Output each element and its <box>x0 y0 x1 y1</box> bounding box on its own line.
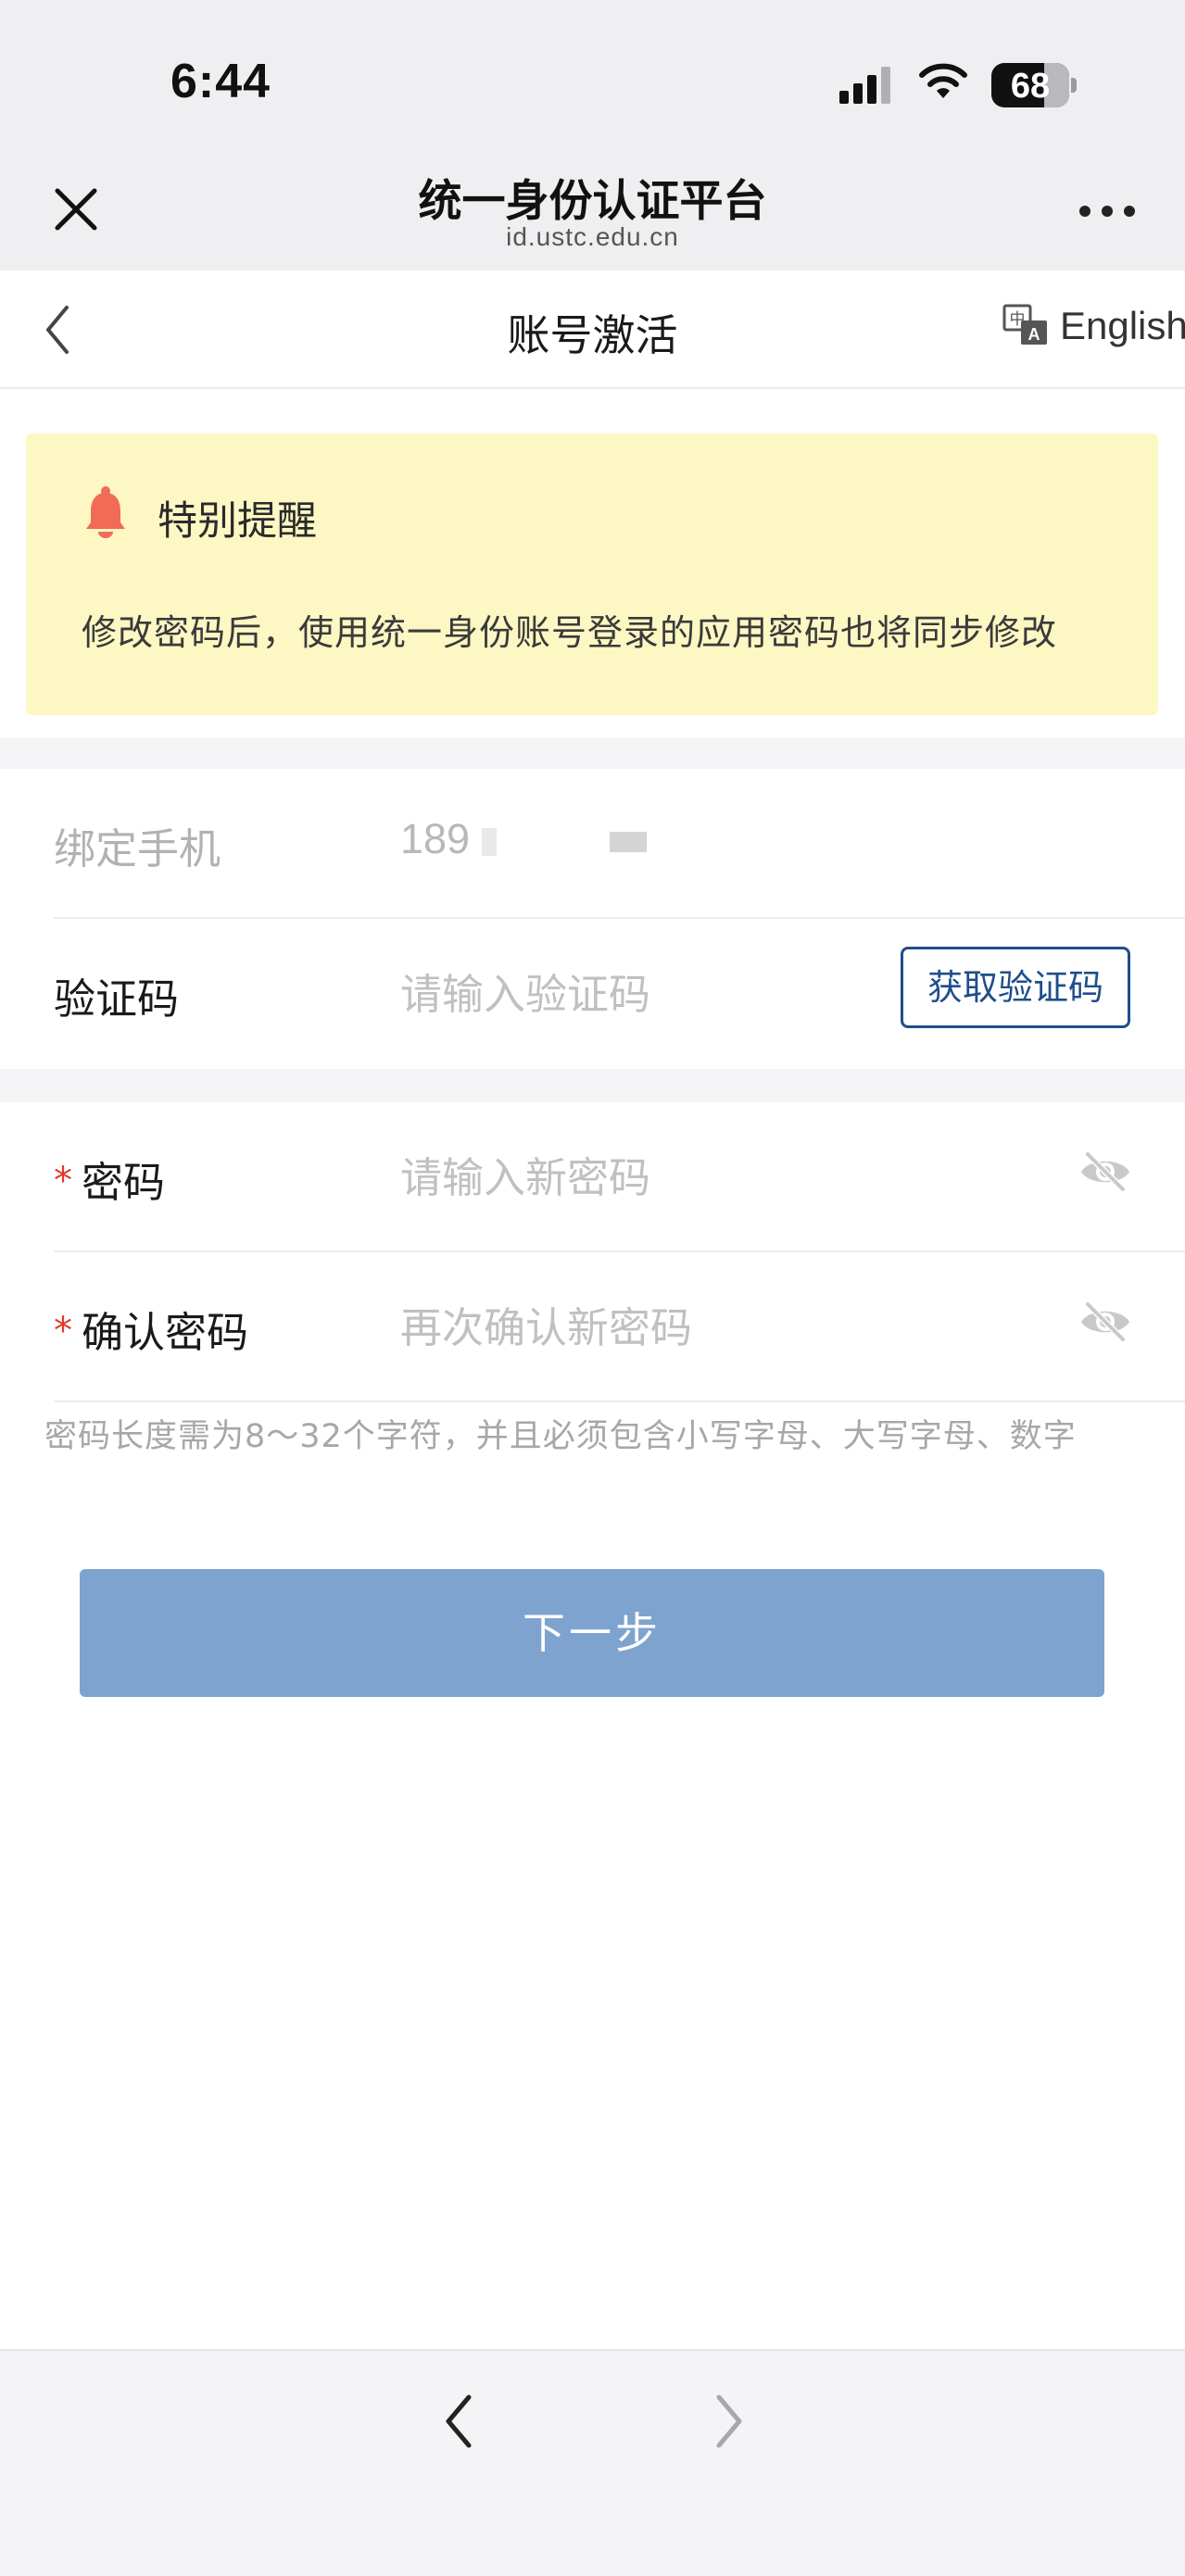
password-label-text: 密码 <box>82 1158 166 1207</box>
browser-title: 统一身份认证平台 <box>418 176 767 227</box>
confirm-password-input[interactable] <box>400 1295 882 1360</box>
verification-code-label: 验证码 <box>54 974 180 1024</box>
verification-code-row: 验证码 获取验证码 <box>0 919 1185 1069</box>
more-icon[interactable] <box>1079 202 1135 220</box>
password-label: * 密码 <box>54 1149 165 1209</box>
bell-icon <box>86 486 125 538</box>
section-gap <box>0 1069 1185 1102</box>
section-gap <box>0 737 1185 769</box>
battery-icon: 68 <box>991 63 1077 107</box>
language-label: English <box>1060 304 1185 347</box>
wifi-icon <box>919 63 967 98</box>
confirm-password-label: * 确认密码 <box>54 1299 248 1359</box>
browser-chrome: 6:44 68 统一身份认证平台 id.ustc.edu.cn <box>0 0 1185 270</box>
eye-off-icon[interactable] <box>1078 1150 1132 1193</box>
password-hint: 密码长度需为8～32个字符，并且必须包含小写字母、大写字母、数字 <box>44 1418 1077 1455</box>
app-root: 6:44 68 统一身份认证平台 id.ustc.edu.cn 账号激活 中 A… <box>0 0 1185 2576</box>
row-divider <box>54 1401 1185 1402</box>
verification-code-input[interactable] <box>400 961 864 1026</box>
svg-text:A: A <box>1028 325 1040 344</box>
browser-url: id.ustc.edu.cn <box>506 222 679 251</box>
bound-phone-label: 绑定手机 <box>54 824 221 873</box>
eye-off-icon[interactable] <box>1078 1301 1132 1343</box>
bound-phone-value: 189 <box>400 815 471 862</box>
masked-phone-digits <box>482 824 649 861</box>
special-notice: 特别提醒 修改密码后，使用统一身份账号登录的应用密码也将同步修改 <box>26 434 1158 715</box>
chevron-left-icon[interactable] <box>441 2392 478 2451</box>
battery-body: 68 <box>991 63 1069 107</box>
chevron-right-icon[interactable] <box>710 2392 747 2451</box>
required-mark: * <box>54 1310 72 1352</box>
status-time: 6:44 <box>170 55 271 108</box>
bottom-toolbar <box>0 2349 1185 2576</box>
bound-phone-row: 绑定手机 189 <box>0 769 1185 919</box>
confirm-password-label-text: 确认密码 <box>82 1308 249 1357</box>
confirm-password-row: * 确认密码 <box>0 1252 1185 1402</box>
translate-icon: 中 A <box>1002 304 1047 345</box>
notice-text: 修改密码后，使用统一身份账号登录的应用密码也将同步修改 <box>82 612 1058 653</box>
cellular-signal-icon <box>839 67 890 104</box>
battery-tip <box>1071 78 1077 93</box>
next-step-button[interactable]: 下一步 <box>80 1569 1104 1697</box>
required-mark: * <box>54 1160 72 1202</box>
notice-title: 特别提醒 <box>158 498 317 545</box>
get-code-button[interactable]: 获取验证码 <box>901 947 1130 1028</box>
password-input[interactable] <box>400 1145 882 1210</box>
page-header: 账号激活 中 A English <box>0 270 1185 389</box>
password-row: * 密码 <box>0 1102 1185 1252</box>
battery-level: 68 <box>1010 67 1051 106</box>
